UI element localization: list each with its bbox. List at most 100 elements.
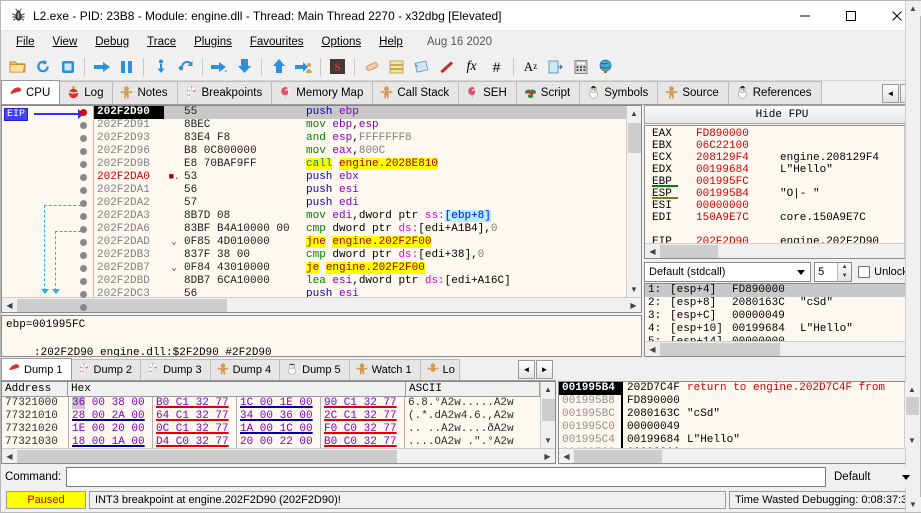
disassembly-row[interactable]: 202F2D90 55 push ebp	[94, 106, 641, 119]
dump-rows[interactable]: 77321000 36 00 38 00 B0 C1 32 77 1C 00 1E 0…	[2, 397, 540, 448]
stack-row[interactable]: 001995B4 202D7C4F return to engine.202D7C4…	[559, 382, 904, 395]
param-count-down[interactable]: ▼	[838, 272, 851, 281]
stack-scroll-up[interactable]: ▲	[904, 382, 919, 397]
call-param-row[interactable]: 3: [esp+C] 00000049	[645, 310, 919, 323]
registers-hscroll-thumb[interactable]	[660, 244, 718, 258]
hide-fpu-button[interactable]: Hide FPU	[644, 105, 920, 124]
breakpoint-dot[interactable]	[80, 200, 87, 207]
disassembly-vscrollbar[interactable]: ▲ ▼	[626, 106, 641, 297]
breakpoint-dot[interactable]	[80, 226, 87, 233]
disassembly-row[interactable]: 202F2DB3 837F 38 00 cmp dword ptr ds:[edi+…	[94, 249, 641, 262]
step-out-icon[interactable]	[207, 55, 232, 79]
breakpoint-dot[interactable]	[80, 213, 87, 220]
dump-tab-dump-5[interactable]: Dump 5	[279, 359, 350, 380]
breakpoint-dot[interactable]	[80, 265, 87, 272]
breakpoint-dot[interactable]	[80, 135, 87, 142]
disassembly-row[interactable]: 202F2DA6 83BF B4A10000 00 cmp dword ptr ds…	[94, 223, 641, 236]
step-into-icon[interactable]	[148, 55, 173, 79]
registers-panel[interactable]: EAX FD890000 EBX 06C22100 ECX 208129F4 engine.…	[644, 125, 920, 259]
register-row[interactable]: EDX 00199684 L"Hello"	[645, 164, 919, 176]
skip-icon[interactable]: S	[325, 55, 350, 79]
register-row[interactable]: ECX 208129F4 engine.208129F4	[645, 152, 919, 164]
dump-header-hex[interactable]: Hex	[68, 382, 406, 396]
unlocked-checkbox-box[interactable]	[858, 265, 871, 278]
dump-hex-group[interactable]: 90 C1 32 77	[320, 397, 404, 410]
dump-tab-watch-1[interactable]: Watch 1	[348, 359, 421, 380]
tab-memory-map[interactable]: Memory Map	[271, 81, 374, 104]
dump-hex-group[interactable]: 1A 00 1C 00	[236, 423, 320, 436]
menu-options[interactable]: Options	[313, 33, 371, 51]
hash-icon[interactable]: #	[484, 55, 509, 79]
dump-hex-group[interactable]: 0C C1 32 77	[152, 423, 236, 436]
tab-source[interactable]: Source	[657, 81, 729, 104]
font-icon[interactable]: Az	[518, 55, 543, 79]
disassembly-row[interactable]: 202F2DA0 ■. 53 push ebx	[94, 171, 641, 184]
command-mode-select[interactable]: Default	[830, 467, 916, 487]
patch-icon[interactable]	[359, 55, 384, 79]
dump-hex-group[interactable]: 64 C1 32 77	[152, 410, 236, 423]
register-row[interactable]: EBX 06C22100	[645, 140, 919, 152]
menu-trace[interactable]: Trace	[138, 33, 185, 51]
stack-vscroll-thumb[interactable]	[905, 397, 919, 415]
disassembly-row[interactable]: 202F2DA1 56 push esi	[94, 184, 641, 197]
log-icon[interactable]	[384, 55, 409, 79]
breakpoint-dot[interactable]	[80, 174, 87, 181]
tab-symbols[interactable]: Symbols	[579, 81, 659, 104]
globe-icon[interactable]	[593, 55, 618, 79]
dump-hex-group[interactable]: B0 C0 32 77	[320, 436, 404, 448]
call-param-row[interactable]: 5:[esp+14]00000000	[645, 336, 919, 341]
disassembly-panel[interactable]: EIP 202F2D90 55 push ebp 202F2D91 8BEC m…	[1, 105, 642, 313]
calculator2-icon[interactable]	[543, 55, 568, 79]
registers-hscrollbar[interactable]: ◀ ▶	[645, 243, 919, 258]
run-to-icon[interactable]	[232, 55, 257, 79]
disassembly-row[interactable]: 202F2DAD ⌄ 0F85 4D010000 jne engine.202F2F0…	[94, 236, 641, 249]
disassembly-scroll-right[interactable]: ▶	[626, 298, 641, 313]
maximize-button[interactable]	[828, 1, 874, 31]
dump-scroll-left[interactable]: ◀	[2, 449, 17, 464]
breakpoint-dot[interactable]	[80, 252, 87, 259]
disassembly-row[interactable]: 202F2DA2 57 push edi	[94, 197, 641, 210]
dump-scroll-right[interactable]: ▶	[540, 449, 555, 464]
dump-row[interactable]: 77321030 18 00 1A 00 D4 C0 32 77 20 00 22 0…	[2, 436, 540, 448]
dump-tab-dump-4[interactable]: Dump 4	[209, 359, 281, 380]
disassembly-scroll-down[interactable]: ▼	[626, 282, 641, 297]
dump-vscroll-thumb[interactable]	[541, 399, 555, 421]
tab-seh[interactable]: SEH	[458, 81, 517, 104]
breakpoint-dot[interactable]	[80, 148, 87, 155]
disassembly-rows[interactable]: 202F2D90 55 push ebp 202F2D91 8BEC mov ebp,es…	[94, 106, 641, 297]
dump-hex-group[interactable]: F0 C0 32 77	[320, 423, 404, 436]
call-params-vscrollbar[interactable]: ▲ ▼	[905, 1, 921, 512]
registers-scroll-left[interactable]: ◀	[645, 244, 660, 259]
disassembly-vscroll-thumb[interactable]	[627, 123, 641, 153]
dump-hex-group[interactable]: D4 C0 32 77	[152, 436, 236, 448]
menu-file[interactable]: File	[7, 33, 44, 51]
stack-row[interactable]: 001995C4 00199684 L"Hello"	[559, 434, 904, 447]
stack-hscroll-thumb[interactable]	[574, 449, 662, 463]
disassembly-row[interactable]: 202F2DBD 8DB7 6CA10000 lea esi,dword ptr d…	[94, 275, 641, 288]
param-count-stepper[interactable]: 5 ▲ ▼	[814, 261, 853, 282]
breakpoint-dot[interactable]	[80, 239, 87, 246]
call-param-row[interactable]: 1: [esp+4] FD890000	[645, 284, 919, 297]
breakpoint-dot[interactable]	[80, 187, 87, 194]
dump-hex-group[interactable]: 36 00 38 00	[68, 397, 152, 410]
stack-row[interactable]: 001995B8 FD890000	[559, 395, 904, 408]
tab-notes[interactable]: Notes	[112, 81, 178, 104]
notes-icon[interactable]	[409, 55, 434, 79]
disassembly-row[interactable]: 202F2DB7 ⌄ 0F84 43010000 je engine.202F2F00	[94, 262, 641, 275]
dump-row[interactable]: 77321010 28 00 2A 00 64 C1 32 77 34 00 36 0…	[2, 410, 540, 423]
register-row[interactable]: ESP 001995B4 "O|- "	[645, 188, 919, 200]
dump-hex-group[interactable]: B0 C1 32 77	[152, 397, 236, 410]
dump-hex-group[interactable]: 2C C1 32 77	[320, 410, 404, 423]
tab-cpu[interactable]: CPU	[1, 80, 61, 104]
disassembly-row[interactable]: 202F2D9B E8 70BAF9FF call engine.2028E810	[94, 158, 641, 171]
call-params-rows[interactable]: 1: [esp+4] FD890000 2: [esp+8] 2080163C "cSd" 3…	[645, 284, 919, 341]
dump-hex-group[interactable]: 34 00 36 00	[236, 410, 320, 423]
menu-debug[interactable]: Debug	[86, 33, 138, 51]
stop-icon[interactable]	[55, 55, 80, 79]
disassembly-scroll-left[interactable]: ◀	[2, 298, 17, 313]
breakpoint-dot[interactable]	[80, 122, 87, 129]
register-row[interactable]	[645, 224, 919, 236]
restart-icon[interactable]	[30, 55, 55, 79]
register-row[interactable]: EAX FD890000	[645, 128, 919, 140]
pause-icon[interactable]	[114, 55, 139, 79]
